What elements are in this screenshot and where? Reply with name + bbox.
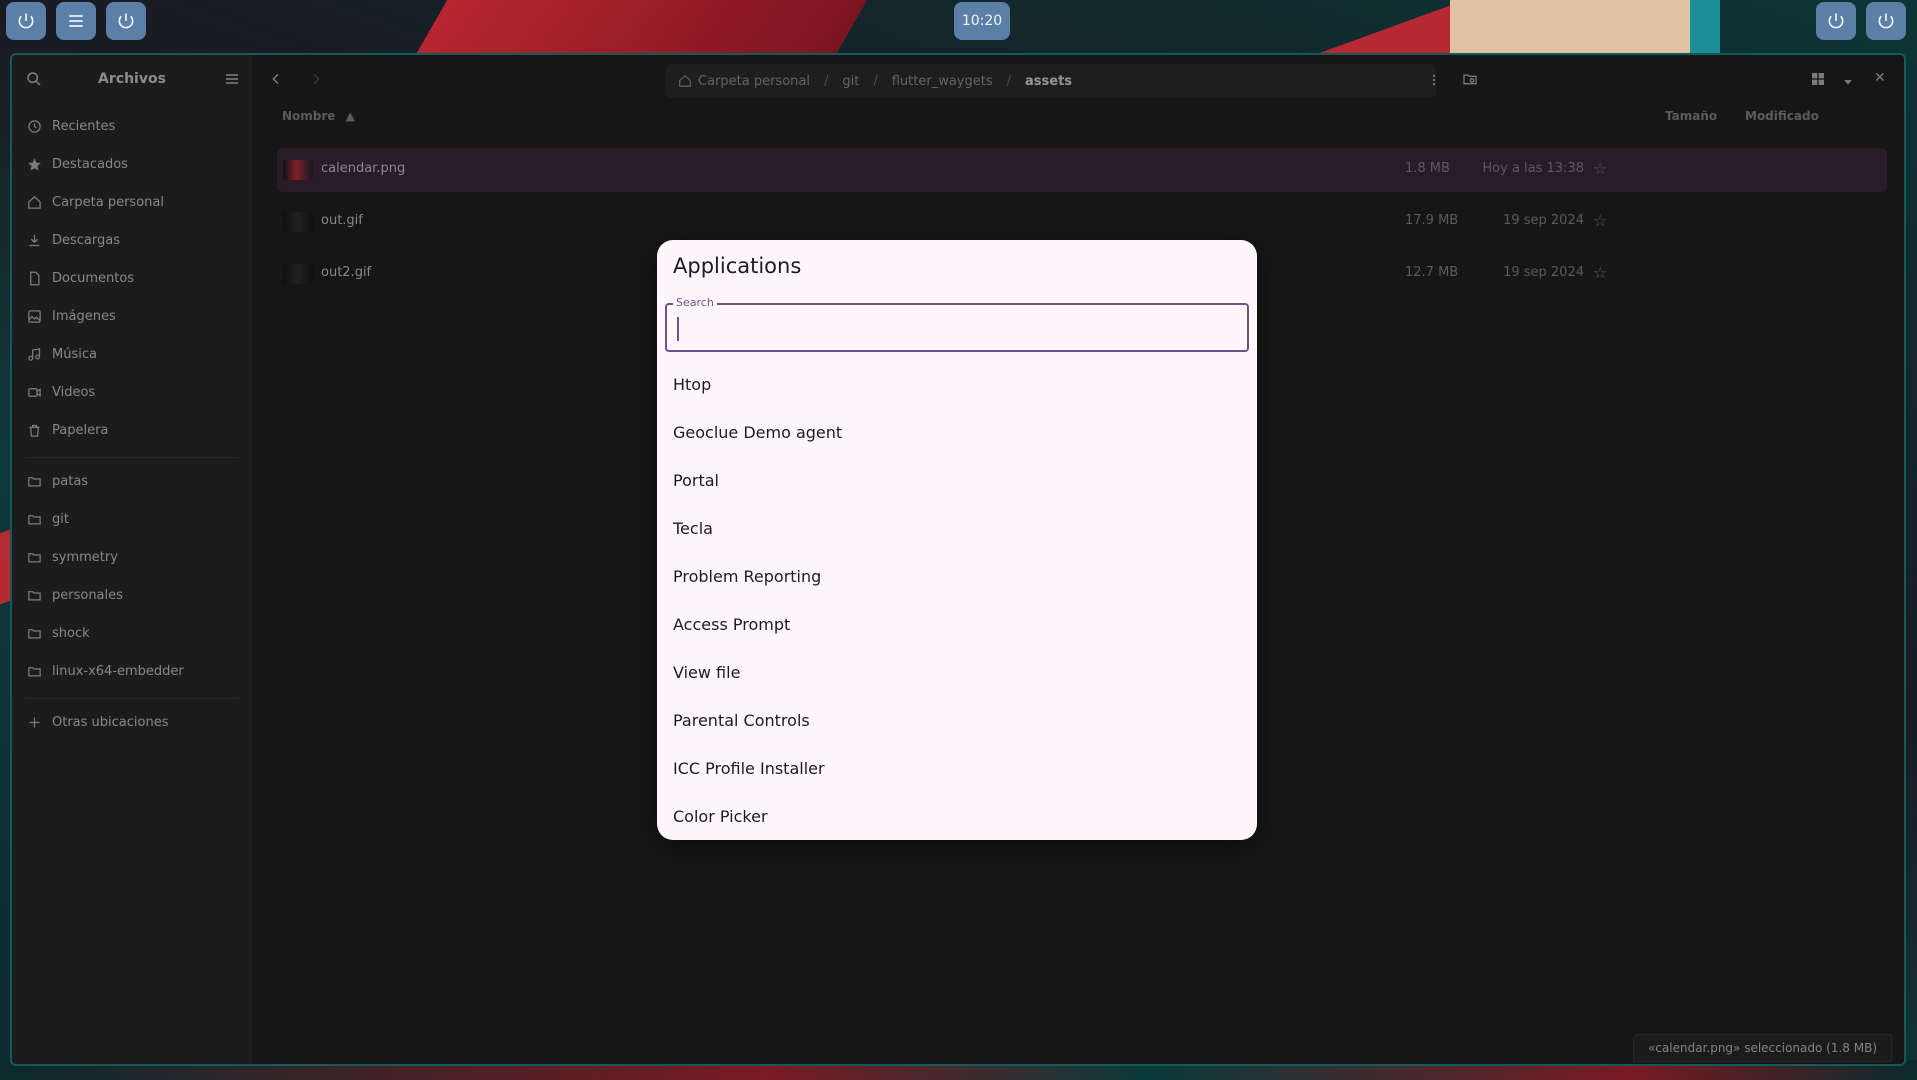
wallpaper-shape <box>412 0 868 60</box>
power-button[interactable] <box>6 2 46 40</box>
wallpaper-shape <box>1690 0 1720 60</box>
wallpaper-shape <box>1450 0 1690 55</box>
app-list-item[interactable]: ICC Profile Installer <box>657 744 1257 792</box>
power-icon <box>1878 13 1894 29</box>
app-list-item[interactable]: Access Prompt <box>657 600 1257 648</box>
app-list-item[interactable]: Tecla <box>657 504 1257 552</box>
dialog-title: Applications <box>673 254 802 278</box>
search-label: Search <box>673 296 717 309</box>
power-icon <box>18 13 34 29</box>
app-list-item[interactable]: Htop <box>657 360 1257 408</box>
hamburger-icon <box>69 15 83 27</box>
clock[interactable]: 10:20 <box>954 2 1010 40</box>
app-list-item[interactable]: Parental Controls <box>657 696 1257 744</box>
app-list-item[interactable]: Portal <box>657 456 1257 504</box>
menu-button[interactable] <box>56 2 96 40</box>
power-button[interactable] <box>1816 2 1856 40</box>
search-field[interactable]: Search <box>665 296 1249 352</box>
search-input[interactable] <box>675 315 1235 341</box>
power-button[interactable] <box>106 2 146 40</box>
app-list-item[interactable]: Geoclue Demo agent <box>657 408 1257 456</box>
applications-dialog: Applications Search Htop Geoclue Demo ag… <box>657 240 1257 840</box>
app-list-item[interactable]: Problem Reporting <box>657 552 1257 600</box>
power-button[interactable] <box>1866 2 1906 40</box>
app-list-item[interactable]: Color Picker <box>657 792 1257 840</box>
app-list-item[interactable]: View file <box>657 648 1257 696</box>
power-icon <box>1828 13 1844 29</box>
power-icon <box>118 13 134 29</box>
